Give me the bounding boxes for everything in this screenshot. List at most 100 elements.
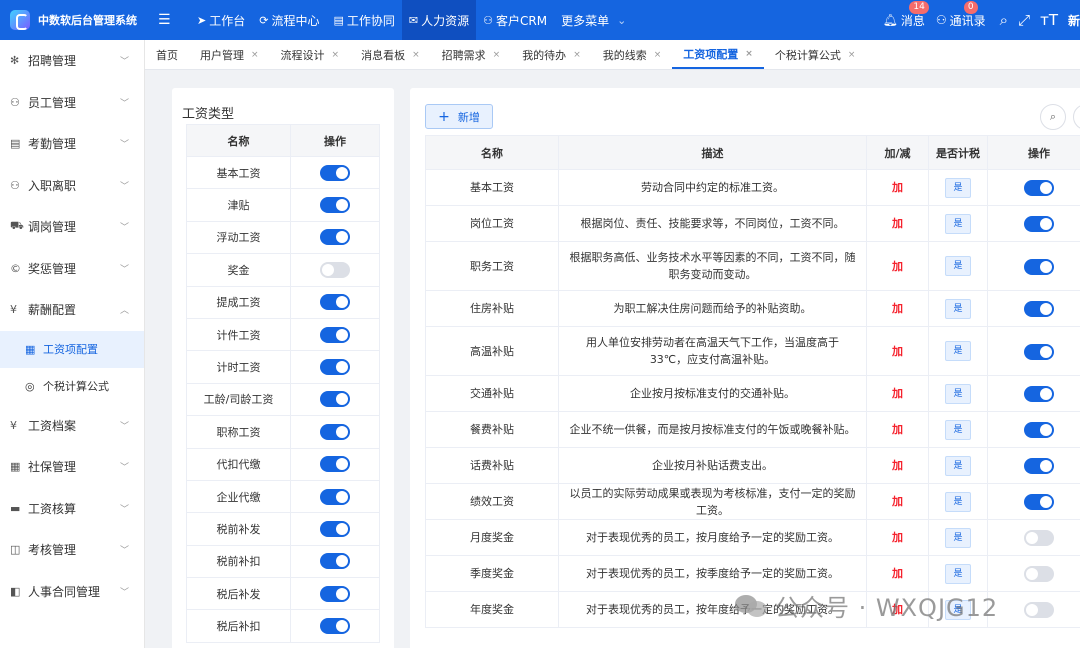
- sidebar-item-payroll[interactable]: ▬ 工资核算 ﹀: [0, 488, 144, 530]
- topnav-item[interactable]: ✉ 人力资源: [401, 0, 477, 40]
- tab-item[interactable]: 我的待办 ×: [511, 40, 592, 69]
- tab-item[interactable]: 工资项配置 ×: [672, 40, 764, 69]
- close-icon[interactable]: ×: [745, 49, 753, 59]
- enable-toggle[interactable]: [320, 326, 350, 343]
- enable-toggle[interactable]: [320, 456, 350, 473]
- salary-item-name: 月度奖金: [425, 519, 559, 556]
- sidebar-item-recruit[interactable]: ✻ 招聘管理 ﹀: [0, 40, 144, 82]
- topnav-label: 工作协同: [346, 13, 395, 28]
- sign-cell: 加: [866, 447, 929, 484]
- sidebar-item-label: 人事合同管理: [28, 584, 101, 599]
- enable-toggle[interactable]: [1024, 216, 1054, 232]
- grid-icon: ▦: [10, 460, 21, 474]
- sidebar-item-rewards[interactable]: © 奖惩管理 ﹀: [0, 248, 144, 290]
- font-size-icon[interactable]: ᴛT: [1040, 11, 1058, 29]
- enable-toggle[interactable]: [320, 520, 350, 537]
- taxable-tag: 是: [945, 527, 971, 548]
- topnav-item[interactable]: 更多菜单 ⌄: [554, 0, 636, 40]
- enable-toggle[interactable]: [1024, 494, 1054, 510]
- sidebar-item-label: 奖惩管理: [28, 261, 77, 276]
- sidebar-item-onboarding[interactable]: ⚇ 入职离职 ﹀: [0, 165, 144, 207]
- tab-item[interactable]: 消息看板 ×: [350, 40, 431, 69]
- contacts-button[interactable]: ⚇ 通讯录 0: [936, 0, 986, 29]
- tab-item[interactable]: 招聘需求 ×: [431, 40, 512, 69]
- enable-toggle[interactable]: [320, 423, 350, 440]
- enable-toggle[interactable]: [1024, 180, 1054, 196]
- topnav-item[interactable]: ▤ 工作协同: [326, 0, 401, 40]
- tab-item[interactable]: 个税计算公式 ×: [764, 40, 867, 69]
- topnav-item[interactable]: ⟳ 流程中心: [252, 0, 326, 40]
- enable-toggle[interactable]: [320, 553, 350, 570]
- enable-toggle[interactable]: [320, 229, 350, 246]
- close-icon[interactable]: ×: [654, 50, 662, 60]
- close-icon[interactable]: ×: [493, 50, 501, 60]
- enable-toggle[interactable]: [1024, 343, 1054, 360]
- enable-toggle[interactable]: [1024, 301, 1054, 317]
- sidebar-item-transfer[interactable]: ⛟ 调岗管理 ﹀: [0, 206, 144, 248]
- table-row: 绩效工资 以员工的实际劳动成果或表现为考核标准，支付一定的奖励工资。 加 是: [425, 483, 1080, 520]
- enable-toggle[interactable]: [320, 359, 350, 376]
- sidebar-item-label: 工资档案: [28, 418, 77, 433]
- salary-item-description: 根据职务高低、业务技术水平等因素的不同，工资不同，随职务变动而变动。: [558, 241, 867, 291]
- sidebar-item-social-security[interactable]: ▦ 社保管理 ﹀: [0, 446, 144, 488]
- enable-toggle[interactable]: [1024, 458, 1054, 474]
- enable-toggle[interactable]: [1024, 566, 1054, 582]
- enable-toggle[interactable]: [1024, 258, 1054, 275]
- sidebar-subitem-salary-items[interactable]: ▦ 工资项配置: [0, 330, 144, 368]
- fullscreen-icon[interactable]: ⤢: [1018, 11, 1030, 29]
- salary-item-name: 住房补贴: [425, 290, 559, 327]
- enable-toggle[interactable]: [320, 618, 350, 635]
- sidebar-item-attendance[interactable]: ▤ 考勤管理 ﹀: [0, 123, 144, 165]
- tab-item[interactable]: 流程设计 ×: [270, 40, 351, 69]
- enable-toggle[interactable]: [1024, 530, 1054, 546]
- table-row: 税前补发: [186, 512, 380, 546]
- enable-toggle[interactable]: [320, 164, 350, 181]
- close-icon[interactable]: ×: [332, 50, 340, 60]
- enable-toggle[interactable]: [320, 488, 350, 505]
- enable-toggle[interactable]: [320, 585, 350, 602]
- table-row: 税后补扣: [186, 609, 380, 643]
- sign-value: 加: [892, 531, 903, 544]
- tab-item[interactable]: 我的线索 ×: [592, 40, 673, 69]
- enable-toggle[interactable]: [320, 294, 350, 311]
- enable-toggle[interactable]: [320, 261, 350, 278]
- tab-item[interactable]: 首页: [145, 40, 189, 69]
- sidebar-item-label: 工资核算: [28, 501, 77, 516]
- enable-toggle[interactable]: [1024, 602, 1054, 618]
- salary-item-description: 劳动合同中约定的标准工资。: [558, 169, 867, 206]
- sidebar-subitem-tax-formula[interactable]: ◎ 个税计算公式: [0, 368, 144, 405]
- action-cell: [290, 220, 380, 255]
- close-icon[interactable]: ×: [412, 50, 420, 60]
- send-icon: ➤: [197, 13, 207, 27]
- menu-toggle-icon[interactable]: ☰: [158, 12, 176, 28]
- app-logo[interactable]: 中数软后台管理系统: [0, 10, 145, 30]
- refresh-icon[interactable]: [1073, 104, 1080, 130]
- table-row: 岗位工资 根据岗位、责任、技能要求等，不同岗位，工资不同。 加 是: [425, 205, 1080, 242]
- enable-toggle[interactable]: [320, 391, 350, 408]
- new-label[interactable]: 新: [1068, 12, 1080, 29]
- sidebar-item-assessment[interactable]: ◫ 考核管理 ﹀: [0, 529, 144, 571]
- search-icon[interactable]: ⌕: [1000, 11, 1008, 29]
- topnav-item[interactable]: ➤ 工作台: [190, 0, 252, 40]
- close-icon[interactable]: ×: [251, 50, 259, 60]
- table-row: 代扣代缴: [186, 447, 380, 481]
- sidebar-item-contracts[interactable]: ◧ 人事合同管理 ﹀: [0, 571, 144, 613]
- film-icon: ▬: [10, 501, 21, 515]
- close-icon[interactable]: ×: [573, 50, 581, 60]
- sidebar-item-salary-archive[interactable]: ¥ 工资档案 ﹀: [0, 405, 144, 447]
- watermark-text: 公众号 · WXQJG12: [775, 594, 999, 622]
- sidebar-item-employee[interactable]: ⚇ 员工管理 ﹀: [0, 82, 144, 124]
- enable-toggle[interactable]: [1024, 386, 1054, 402]
- sign-cell: 加: [866, 290, 929, 327]
- messages-button[interactable]: 🔔︎ 消息 14: [883, 0, 929, 29]
- close-icon[interactable]: ×: [848, 50, 856, 60]
- sidebar-item-salary-config[interactable]: ¥ 薪酬配置 ︿: [0, 289, 144, 331]
- enable-toggle[interactable]: [320, 197, 350, 214]
- topnav-item[interactable]: ⚇ 客户CRM: [476, 0, 554, 40]
- tab-item[interactable]: 用户管理 ×: [189, 40, 270, 69]
- search-icon[interactable]: ⌕: [1040, 104, 1066, 130]
- add-button[interactable]: + 新增: [425, 104, 493, 129]
- sign-cell: 加: [866, 411, 929, 448]
- action-cell: [290, 544, 380, 579]
- enable-toggle[interactable]: [1024, 422, 1054, 438]
